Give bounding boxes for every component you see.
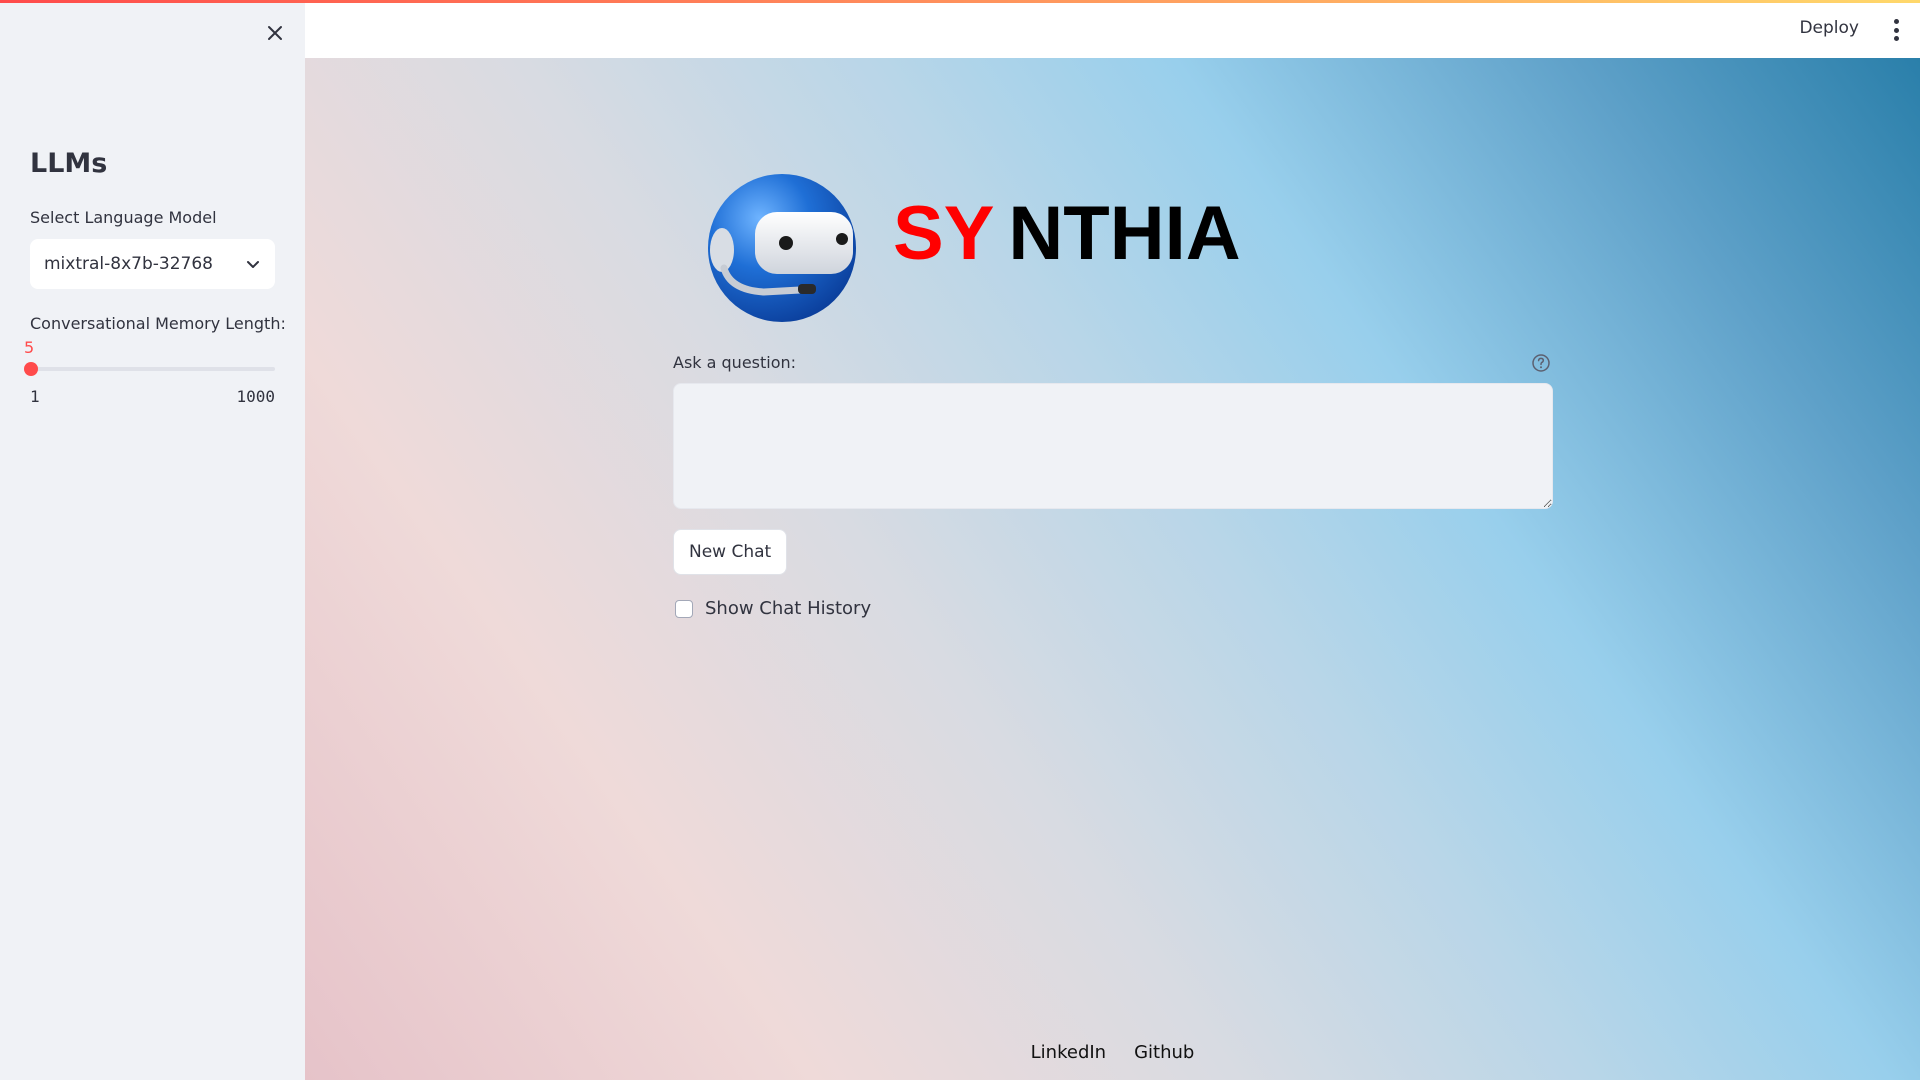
show-chat-history-toggle[interactable]: Show Chat History <box>673 598 871 619</box>
close-icon <box>268 26 282 40</box>
memory-slider-label: Conversational Memory Length: <box>30 314 286 333</box>
brand-title: SY NTHIA <box>893 196 1241 272</box>
model-select[interactable]: mixtral-8x7b-32768 <box>30 239 275 289</box>
memory-slider-track[interactable] <box>30 367 275 371</box>
model-select-label: Select Language Model <box>30 208 217 227</box>
show-chat-history-checkbox[interactable] <box>675 599 693 618</box>
top-accent-bar <box>0 0 1920 3</box>
deploy-button[interactable]: Deploy <box>1799 18 1859 38</box>
github-link[interactable]: Github <box>1134 1042 1194 1063</box>
brand-title-part2: NTHIA <box>1008 191 1241 276</box>
app-header: Deploy <box>305 0 1920 58</box>
sidebar: LLMs Select Language Model mixtral-8x7b-… <box>0 0 305 1080</box>
memory-slider-value: 5 <box>24 338 35 357</box>
memory-slider-thumb[interactable] <box>23 362 38 376</box>
new-chat-button[interactable]: New Chat <box>673 529 788 575</box>
memory-slider-min: 1 <box>30 387 40 406</box>
main-content: SY NTHIA Ask a question: New Chat Show Ch… <box>305 58 1920 1080</box>
brand-title-part1: SY <box>893 191 995 276</box>
model-select-value: mixtral-8x7b-32768 <box>44 254 213 274</box>
show-chat-history-label: Show Chat History <box>705 598 872 619</box>
question-input[interactable] <box>673 383 1553 509</box>
sidebar-title: LLMs <box>30 148 108 179</box>
question-label: Ask a question: <box>673 353 797 372</box>
footer-links: LinkedIn Github <box>305 1042 1920 1063</box>
linkedin-link[interactable]: LinkedIn <box>1031 1042 1106 1063</box>
close-sidebar-button[interactable] <box>261 19 289 47</box>
chevron-down-icon <box>247 261 259 268</box>
more-vertical-icon[interactable] <box>1892 19 1900 41</box>
help-icon[interactable] <box>1531 353 1551 373</box>
bot-avatar-icon <box>700 168 860 328</box>
memory-slider-max: 1000 <box>236 387 275 406</box>
